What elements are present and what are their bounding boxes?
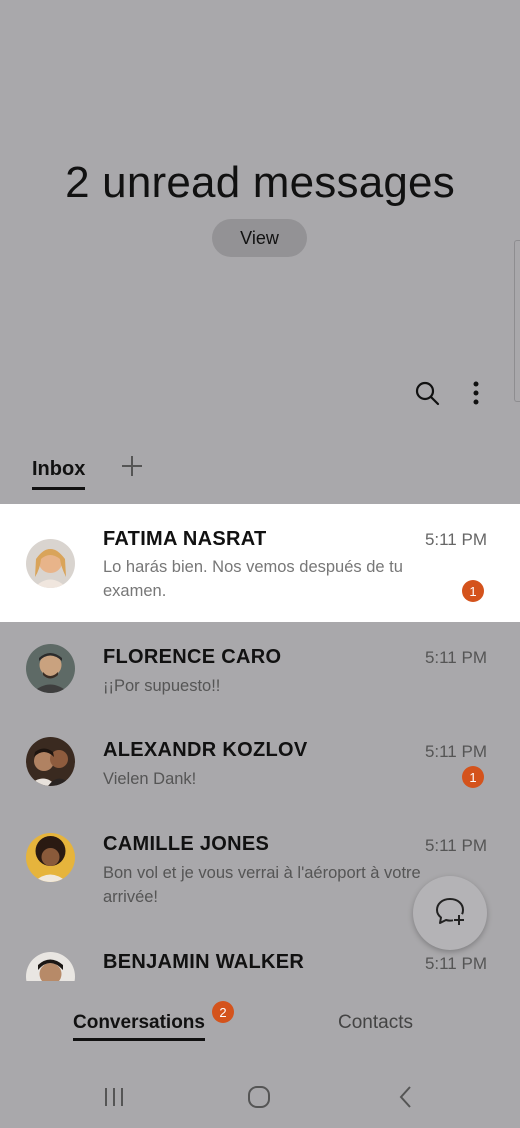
message-time: 5:11 PM [424,648,487,667]
message-time: 5:11 PM [424,954,487,973]
message-time: 5:11 PM [424,742,487,761]
home-icon[interactable] [244,1082,274,1112]
unread-badge: 1 [462,580,484,602]
avatar [26,737,75,786]
conversation-row[interactable]: FATIMA NASRAT 5:11 PM Lo harás bien. Nos… [0,504,520,622]
avatar [26,539,75,588]
tab-conversations[interactable]: Conversations [73,1012,205,1041]
contact-name: ALEXANDR KOZLOV [103,739,308,761]
more-vertical-icon[interactable] [460,377,492,409]
contact-name: FATIMA NASRAT [103,528,267,550]
conversations-unread-badge: 2 [212,1001,234,1023]
tab-inbox[interactable]: Inbox [32,458,86,490]
edge-panel-handle[interactable] [514,240,520,402]
bottom-tab-bar: Conversations 2 Contacts [0,1000,520,1050]
message-time: 5:11 PM [424,530,487,549]
message-preview: ¡¡Por supuesto!! [103,677,221,695]
conversation-row[interactable]: FLORENCE CARO 5:11 PM ¡¡Por supuesto!! [0,622,520,716]
search-icon[interactable] [411,377,443,409]
message-preview: Bon vol et je vous verrai à l'aéroport à… [103,864,421,906]
new-message-button[interactable] [413,876,487,950]
avatar [26,644,75,693]
unread-summary-title: 2 unread messages [65,158,455,207]
plus-icon[interactable] [120,454,144,478]
back-icon[interactable] [391,1082,421,1112]
new-message-icon [433,894,467,933]
contact-name: CAMILLE JONES [103,833,270,855]
view-button[interactable]: View [212,219,307,257]
unread-badge: 1 [462,766,484,788]
avatar [26,833,75,882]
message-time: 5:11 PM [424,836,487,855]
message-preview: Lo harás bien. Nos vemos después de tu e… [103,558,403,600]
avatar [26,952,75,981]
system-navigation-bar [0,1070,520,1120]
tab-contacts[interactable]: Contacts [338,1012,413,1034]
message-preview: Vielen Dank! [103,770,197,788]
recents-icon[interactable] [99,1082,129,1112]
contact-name: FLORENCE CARO [103,646,282,668]
contact-name: BENJAMIN WALKER [103,951,305,973]
conversation-row[interactable]: ALEXANDR KOZLOV 5:11 PM Vielen Dank! 1 [0,716,520,810]
